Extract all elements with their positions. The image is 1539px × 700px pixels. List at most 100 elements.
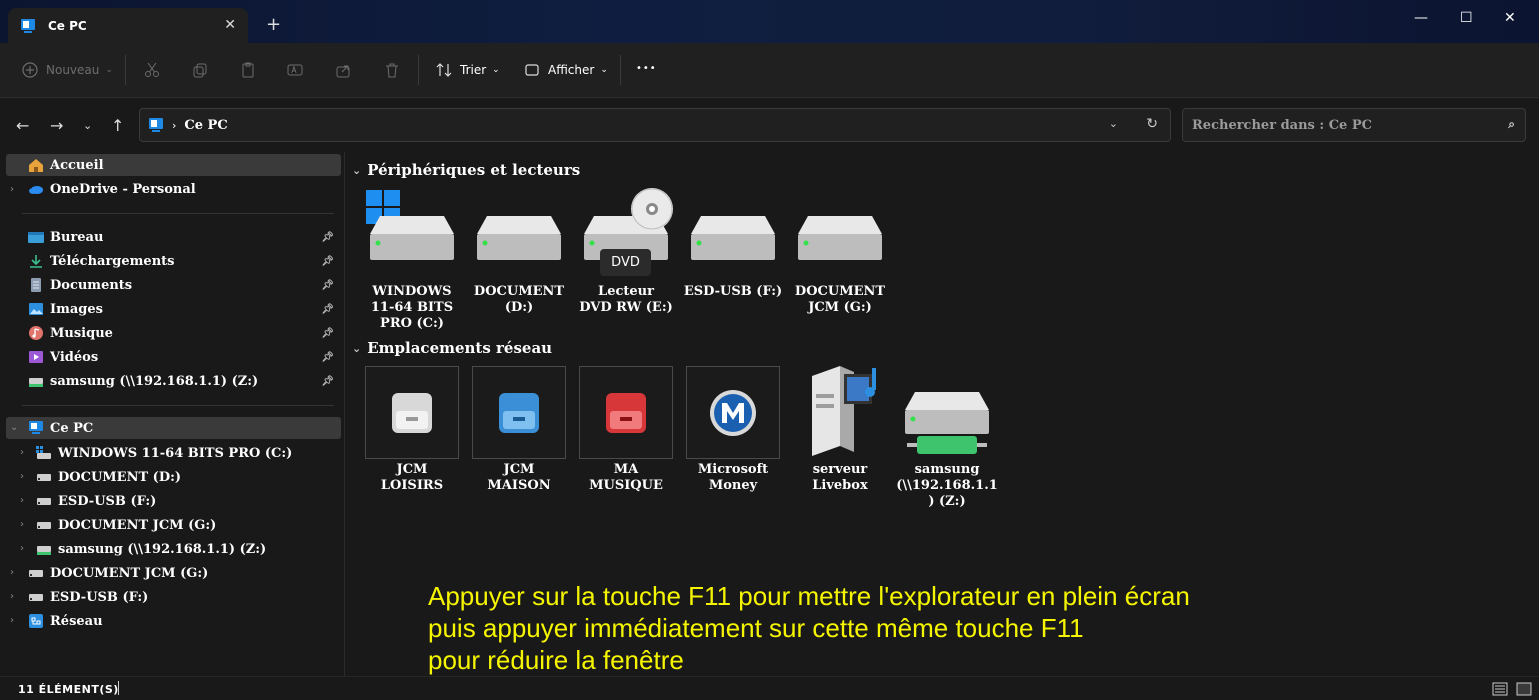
chevron-right-icon[interactable]: ›: [10, 184, 14, 195]
address-bar[interactable]: › Ce PC ⌄ ↻: [139, 108, 1171, 142]
sidebar-item-bureau[interactable]: Bureau 📌︎: [28, 226, 340, 248]
sidebar-item-label: DOCUMENT JCM (G:): [58, 517, 217, 533]
sidebar-item-label: OneDrive - Personal: [50, 181, 196, 197]
sidebar-item-drive-d[interactable]: DOCUMENT (D:): [36, 466, 181, 488]
sidebar-item-label: Téléchargements: [50, 253, 175, 269]
pin-icon[interactable]: 📌︎: [321, 280, 334, 291]
rename-icon[interactable]: [287, 62, 303, 78]
network-label: serveur Livebox: [812, 462, 868, 493]
maximize-button[interactable]: ☐: [1460, 10, 1473, 26]
breadcrumb-separator-icon: ›: [172, 118, 177, 132]
sidebar-item-home[interactable]: Accueil: [6, 154, 341, 176]
drive-icon: [37, 498, 51, 505]
pin-icon[interactable]: 📌︎: [321, 328, 334, 339]
sidebar-item-label: Accueil: [50, 157, 104, 173]
chevron-down-icon[interactable]: ⌄: [10, 422, 18, 433]
search-placeholder: Rechercher dans : Ce PC: [1192, 117, 1372, 133]
pin-icon[interactable]: 📌︎: [321, 256, 334, 267]
drive-label: Lecteur DVD RW (E:): [579, 284, 673, 315]
sidebar-item-samsung-network[interactable]: samsung (\\192.168.1.1) (Z:) 📌︎: [28, 370, 340, 392]
network-drive-icon: [37, 546, 51, 555]
sort-icon: [436, 63, 452, 77]
breadcrumb[interactable]: Ce PC: [184, 118, 227, 133]
forward-arrow-icon[interactable]: →: [50, 116, 63, 135]
thumbnail-frame: [365, 366, 459, 459]
pin-icon[interactable]: 📌︎: [321, 352, 334, 363]
chevron-down-icon: ⌄: [492, 65, 500, 75]
chevron-right-icon[interactable]: ›: [10, 591, 14, 602]
hard-drive-icon: [691, 216, 775, 260]
sidebar-item-documents[interactable]: Documents 📌︎: [28, 274, 340, 296]
address-history-chevron-icon[interactable]: ⌄: [1109, 117, 1118, 130]
chevron-right-icon[interactable]: ›: [20, 495, 24, 506]
more-options-button[interactable]: •••: [636, 63, 657, 74]
chevron-right-icon[interactable]: ›: [10, 615, 14, 626]
refresh-icon[interactable]: ↻: [1146, 116, 1158, 132]
sidebar-item-images[interactable]: Images 📌︎: [28, 298, 340, 320]
hard-drive-icon: [477, 216, 561, 260]
drive-icon: [29, 594, 43, 601]
document-icon: [31, 278, 41, 292]
recent-locations-icon[interactable]: ⌄: [83, 119, 92, 132]
back-arrow-icon[interactable]: ←: [16, 116, 29, 135]
sidebar-item-videos[interactable]: Vidéos 📌︎: [28, 346, 340, 368]
item-count: 11 élément(s): [18, 683, 119, 696]
new-tab-button[interactable]: +: [266, 16, 281, 34]
sidebar-item-document-jcm[interactable]: DOCUMENT JCM (G:): [28, 562, 208, 584]
sidebar-item-drive-c[interactable]: WINDOWS 11-64 BITS PRO (C:): [36, 442, 292, 464]
toolbar-divider: [125, 55, 126, 85]
drive-label: WINDOWS 11-64 BITS PRO (C:): [370, 284, 454, 331]
sidebar-item-label: samsung (\\192.168.1.1) (Z:): [50, 373, 259, 389]
annotation-line-2: puis appuyer immédiatement sur cette mêm…: [428, 613, 1084, 643]
devices-section-header[interactable]: ⌄ Périphériques et lecteurs: [352, 161, 580, 179]
delete-icon[interactable]: [384, 62, 400, 78]
close-tab-icon[interactable]: ✕: [224, 17, 236, 33]
sidebar-item-onedrive[interactable]: OneDrive - Personal: [28, 178, 196, 200]
up-arrow-icon[interactable]: ↑: [111, 116, 124, 135]
close-window-button[interactable]: ✕: [1504, 10, 1516, 26]
sidebar-item-esd-usb[interactable]: ESD-USB (F:): [28, 586, 148, 608]
minimize-button[interactable]: —: [1414, 10, 1428, 26]
sidebar-item-label: Vidéos: [50, 349, 99, 365]
dvd-disc-icon: [631, 188, 673, 230]
tab-ce-pc[interactable]: Ce PC ✕: [8, 8, 248, 43]
view-button[interactable]: Afficher ⌄: [525, 63, 608, 77]
new-label: Nouveau: [46, 63, 100, 77]
pin-icon[interactable]: 📌︎: [321, 232, 334, 243]
details-view-icon[interactable]: [1492, 682, 1508, 696]
hard-drive-icon: [370, 216, 454, 260]
sort-button[interactable]: Trier ⌄: [436, 63, 500, 77]
network-label: MA MUSIQUE: [589, 462, 663, 493]
chevron-right-icon[interactable]: ›: [20, 447, 24, 458]
sidebar-item-musique[interactable]: Musique 📌︎: [28, 322, 340, 344]
tiles-view-icon[interactable]: [1516, 682, 1532, 696]
chevron-down-icon: ⌄: [105, 65, 113, 75]
sidebar-item-drive-z[interactable]: samsung (\\192.168.1.1) (Z:): [36, 538, 266, 560]
sidebar-item-drive-g[interactable]: DOCUMENT JCM (G:): [36, 514, 216, 536]
chevron-right-icon[interactable]: ›: [10, 567, 14, 578]
sidebar-item-label: DOCUMENT (D:): [58, 469, 182, 485]
copy-icon[interactable]: [192, 62, 208, 78]
annotation-line-1: Appuyer sur la touche F11 pour mettre l'…: [428, 581, 1190, 611]
cut-icon[interactable]: [144, 62, 160, 78]
new-button[interactable]: Nouveau ⌄: [22, 62, 113, 78]
sidebar-item-network[interactable]: Réseau: [28, 610, 103, 632]
chevron-right-icon[interactable]: ›: [20, 471, 24, 482]
network-icon: [29, 614, 43, 628]
sidebar-item-label: WINDOWS 11-64 BITS PRO (C:): [58, 445, 293, 461]
network-section-header[interactable]: ⌄ Emplacements réseau: [352, 339, 552, 357]
pin-icon[interactable]: 📌︎: [321, 304, 334, 315]
paste-icon[interactable]: [240, 62, 256, 78]
search-input[interactable]: Rechercher dans : Ce PC ⌕: [1182, 108, 1526, 142]
chevron-right-icon[interactable]: ›: [20, 543, 24, 554]
share-icon[interactable]: [335, 62, 351, 78]
sidebar-item-this-pc[interactable]: Ce PC: [6, 417, 341, 439]
sort-label: Trier: [460, 63, 487, 77]
drive-icon: [37, 474, 51, 481]
sidebar-item-drive-f[interactable]: ESD-USB (F:): [36, 490, 156, 512]
pin-icon[interactable]: 📌︎: [321, 376, 334, 387]
chevron-right-icon[interactable]: ›: [20, 519, 24, 530]
title-bar: Ce PC ✕ + — ☐ ✕: [0, 0, 1539, 43]
network-label: samsung (\\192.168.1.1 ) (Z:): [896, 462, 998, 509]
sidebar-item-telechargements[interactable]: Téléchargements 📌︎: [28, 250, 340, 272]
